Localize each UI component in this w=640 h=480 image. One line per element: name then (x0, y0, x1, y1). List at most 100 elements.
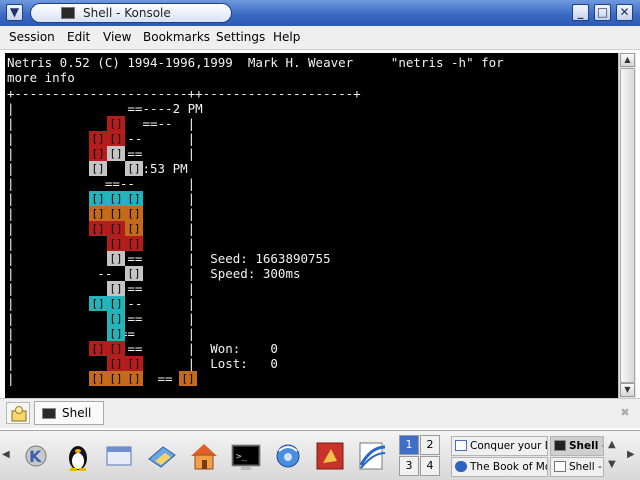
tetris-block: [] (107, 221, 125, 236)
tetris-block: [] (107, 251, 125, 266)
terminal-icon (61, 7, 75, 19)
taskbar-scroll-up-icon[interactable]: ▲ (608, 439, 616, 450)
scroll-down-icon[interactable]: ▼ (620, 383, 635, 397)
tetris-block: [] (107, 116, 125, 131)
tetris-block: [] (107, 191, 125, 206)
document-icon (455, 440, 467, 451)
taskbar-item-label: Shell - (569, 440, 604, 452)
tools-icon[interactable] (313, 439, 347, 473)
desktop-pager: 1 2 3 4 (399, 435, 441, 477)
close-button[interactable]: ✕ (616, 4, 633, 21)
taskbar-scroll-down-icon[interactable]: ▼ (608, 459, 616, 470)
tetris-block: [] (107, 356, 125, 371)
tetris-block: [] (89, 296, 107, 311)
tetris-block: [] (125, 191, 143, 206)
panel-hide-right-icon[interactable]: ▶ (627, 449, 635, 460)
svg-text:>_: >_ (236, 452, 247, 462)
terminal-scrollbar[interactable]: ▲ ▼ (618, 53, 636, 398)
pager-desktop-1[interactable]: 1 (399, 435, 419, 455)
home-icon[interactable] (187, 439, 221, 473)
taskbar-item[interactable]: Shell - (550, 457, 604, 477)
tetris-block: [] (107, 311, 125, 326)
terminal-icon (42, 408, 56, 419)
terminal-icon (554, 440, 566, 451)
tetris-block: [] (107, 131, 125, 146)
close-tab-icon[interactable]: ✖ (616, 406, 634, 422)
terminal-icon[interactable]: >_ (229, 439, 263, 473)
tetris-block: [] (89, 371, 107, 386)
taskbar-item-label: Shell - (569, 461, 602, 473)
session-tab-bar: Shell ✖ (0, 398, 640, 428)
tab-label: Shell (62, 406, 92, 420)
board-row: | --== | (7, 326, 196, 341)
tetris-block: [] (89, 206, 107, 221)
title-bar: ▼ Shell - Konsole _ □ ✕ (0, 0, 640, 26)
taskbar-item-active[interactable]: Shell - (550, 436, 604, 456)
window-title: Shell - Konsole (83, 6, 171, 20)
terminal-header-line: more info (7, 70, 75, 85)
globe-icon (455, 461, 467, 472)
taskbar-item-label: Conquer your D (470, 440, 548, 452)
tetris-block: [] (107, 341, 125, 356)
menu-edit[interactable]: Edit (67, 30, 90, 44)
board-row: | == | (7, 236, 196, 251)
menu-session[interactable]: Session (9, 30, 55, 44)
board-row: | -- == | Speed: 300ms (7, 266, 301, 281)
terminal-header-line: Netris 0.52 (C) 1994-1996,1999 Mark H. W… (7, 55, 504, 70)
pager-desktop-2[interactable]: 2 (420, 435, 440, 455)
tetris-block: [] (107, 371, 125, 386)
browser-icon[interactable] (271, 439, 305, 473)
board-border-top: +-----------------------++--------------… (7, 86, 361, 101)
window-menu-button[interactable]: ▼ (6, 4, 23, 21)
taskbar-item-label: The Book of Mo (470, 461, 548, 473)
tetris-block: [] (89, 221, 107, 236)
new-session-icon[interactable] (6, 402, 30, 424)
window-list-icon[interactable] (103, 439, 137, 473)
window-title-pill: Shell - Konsole (30, 3, 232, 23)
maximize-button[interactable]: □ (594, 4, 611, 21)
menu-help[interactable]: Help (273, 30, 300, 44)
board-row: | == | Won: 0 (7, 341, 278, 356)
menu-settings[interactable]: Settings (216, 30, 265, 44)
menu-view[interactable]: View (103, 30, 131, 44)
tetris-block: [] (89, 191, 107, 206)
tetris-block: [] (125, 221, 143, 236)
tetris-block: [] (107, 296, 125, 311)
tetris-block: [] (107, 326, 125, 341)
tetris-block: [] (107, 281, 125, 296)
svg-text:K: K (29, 447, 42, 466)
tetris-block: [] (125, 371, 143, 386)
office-icon[interactable] (355, 439, 389, 473)
board-row: | == | (7, 311, 196, 326)
taskbar-item[interactable]: Conquer your D (451, 436, 548, 456)
tetris-block: [] (89, 161, 107, 176)
menu-bar: Session Edit View Bookmarks Settings Hel… (0, 26, 640, 50)
tux-icon[interactable] (61, 439, 95, 473)
terminal-area[interactable]: Netris 0.52 (C) 1994-1996,1999 Mark H. W… (5, 53, 618, 398)
tetris-block: [] (125, 206, 143, 221)
menu-bookmarks[interactable]: Bookmarks (143, 30, 210, 44)
tetris-block: [] (125, 266, 143, 281)
scroll-up-icon[interactable]: ▲ (620, 53, 635, 67)
tab-shell[interactable]: Shell (34, 401, 104, 425)
tetris-block: [] (89, 146, 107, 161)
taskbar-item[interactable]: The Book of Mo (451, 457, 548, 477)
board-row: | ==----2 PM (7, 101, 203, 116)
board-row: | ==-- | (7, 116, 196, 131)
tetris-block: [] (89, 341, 107, 356)
minimize-button[interactable]: _ (572, 4, 589, 21)
board-row: | ==-- | (7, 176, 196, 191)
board-row: | ---== | (7, 281, 196, 296)
tetris-block: [] (125, 236, 143, 251)
scroll-thumb[interactable] (620, 68, 635, 383)
pager-desktop-4[interactable]: 4 (420, 456, 440, 476)
panel-hide-left-icon[interactable]: ◀ (2, 449, 10, 460)
pager-desktop-3[interactable]: 3 (399, 456, 419, 476)
desktop-icon[interactable] (145, 439, 179, 473)
kde-panel: ◀ K >_ 1 2 3 4 Conquer your D Shell - Th… (0, 430, 640, 480)
tetris-block: [] (179, 371, 197, 386)
tetris-block: [] (125, 356, 143, 371)
kde-menu-icon[interactable]: K (19, 439, 53, 473)
board-row: | == | Seed: 1663890755 (7, 251, 331, 266)
terminal-icon (554, 461, 566, 472)
